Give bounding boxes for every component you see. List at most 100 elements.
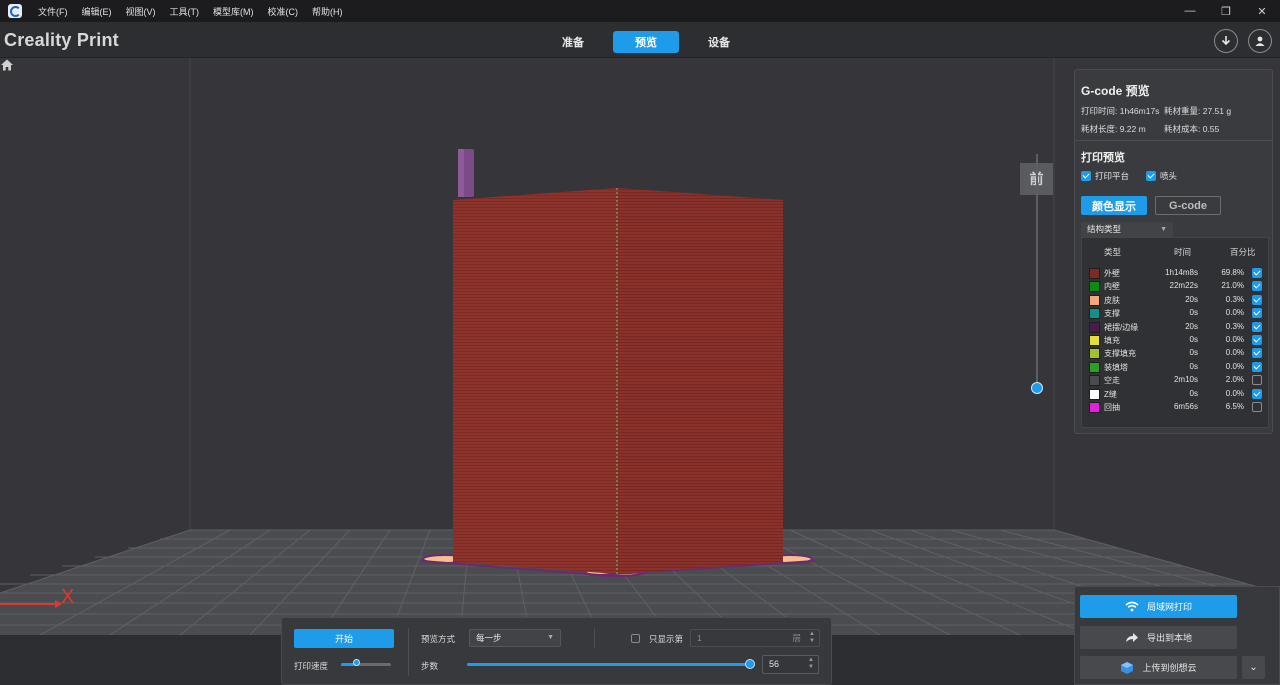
- legend-time: 20s: [1185, 321, 1198, 331]
- tab-prepare[interactable]: 准备: [540, 31, 606, 53]
- download-icon: [1221, 36, 1231, 46]
- print-time: 打印时间: 1h46m17s: [1081, 106, 1160, 116]
- brand-title: Creality Print: [4, 30, 119, 50]
- legend-type-name: 填充: [1104, 336, 1120, 345]
- lan-print-button[interactable]: 局域网打印: [1080, 595, 1237, 618]
- legend-visibility-checkbox[interactable]: [1252, 388, 1262, 399]
- legend-type-name: Z缝: [1104, 389, 1117, 399]
- legend-visibility-checkbox[interactable]: [1252, 294, 1262, 305]
- menu-calibration[interactable]: 校准(C): [268, 5, 299, 18]
- structure-type-value: 结构类型: [1087, 224, 1122, 234]
- user-button[interactable]: [1248, 29, 1272, 53]
- cloud-cube-icon: [1121, 661, 1134, 674]
- steps-input[interactable]: 56 ▲ ▼: [762, 655, 819, 674]
- menu-tools[interactable]: 工具(T): [170, 5, 200, 18]
- download-button[interactable]: [1214, 29, 1238, 53]
- legend-type-name: 支撑填充: [1104, 349, 1136, 359]
- legend-color-swatch: [1089, 294, 1100, 306]
- menu-view[interactable]: 视图(V): [126, 5, 156, 18]
- structure-type-select[interactable]: 结构类型 ▼: [1081, 222, 1173, 237]
- legend-visibility-checkbox[interactable]: [1252, 361, 1262, 372]
- legend-row: 空走 2m10s 2.0%: [1082, 374, 1268, 387]
- legend-color-swatch: [1089, 281, 1100, 293]
- layer-number-value: 1: [697, 633, 702, 643]
- legend-percent: 6.5%: [1225, 402, 1244, 411]
- only-show-label: 只显示第: [649, 634, 684, 644]
- only-show-layer-checkbox[interactable]: [631, 634, 640, 643]
- legend-row: Z缝 0s 0.0%: [1082, 388, 1268, 401]
- stepper-arrows-icon[interactable]: ▲ ▼: [808, 657, 814, 671]
- upload-cloud-button[interactable]: 上传到创想云: [1080, 656, 1237, 679]
- legend-visibility-checkbox[interactable]: [1252, 335, 1262, 345]
- legend-visibility-checkbox[interactable]: [1252, 375, 1262, 386]
- legend-type-name: 空走: [1104, 376, 1120, 386]
- export-local-label: 导出到本地: [1146, 633, 1192, 643]
- layer-slider-track[interactable]: [1036, 154, 1038, 388]
- legend-row: 填充 0s 0.0%: [1082, 334, 1268, 347]
- legend-percent: 0.0%: [1225, 308, 1244, 318]
- legend-percent: 0.3%: [1225, 294, 1244, 304]
- tab-preview[interactable]: 预览: [613, 31, 679, 53]
- close-button[interactable]: ✕: [1244, 0, 1280, 22]
- checkbox-platform[interactable]: 打印平台: [1081, 170, 1129, 182]
- legend-row: 装填塔 0s 0.0%: [1082, 361, 1268, 374]
- legend-percent: 0.0%: [1225, 335, 1244, 344]
- legend-visibility-checkbox[interactable]: [1252, 348, 1262, 359]
- menu-model-library[interactable]: 模型库(M): [213, 5, 254, 18]
- gcode-panel-title: G-code 预览: [1081, 84, 1150, 98]
- legend-color-swatch: [1089, 375, 1100, 387]
- legend-visibility-checkbox[interactable]: [1252, 308, 1262, 319]
- legend-type-name: 皮肤: [1104, 295, 1120, 305]
- legend-row: 支撑 0s 0.0%: [1082, 307, 1268, 320]
- print-speed-handle[interactable]: [353, 659, 360, 666]
- filament-length: 耗材长度: 9.22 m: [1081, 124, 1146, 134]
- legend-percent: 21.0%: [1221, 281, 1244, 291]
- start-button[interactable]: 开始: [294, 629, 394, 648]
- stepper-arrows-icon[interactable]: ▲ ▼: [809, 631, 815, 645]
- menu-file[interactable]: 文件(F): [38, 5, 68, 18]
- menu-edit[interactable]: 编辑(E): [82, 5, 112, 18]
- legend-type-name: 内壁: [1104, 282, 1120, 292]
- wifi-icon: [1125, 601, 1139, 612]
- print-preview-title: 打印预览: [1081, 152, 1125, 164]
- color-display-button[interactable]: 颜色显示: [1081, 196, 1147, 215]
- steps-value: 56: [769, 659, 780, 669]
- legend-percent: 2.0%: [1225, 375, 1244, 385]
- checkbox-nozzle-box[interactable]: [1146, 171, 1156, 181]
- layer-slider-handle[interactable]: [1031, 382, 1043, 394]
- steps-handle[interactable]: [745, 659, 755, 669]
- lan-print-label: 局域网打印: [1146, 602, 1192, 612]
- legend-visibility-checkbox[interactable]: [1252, 402, 1262, 412]
- filament-cost: 耗材成本: 0.55: [1164, 124, 1220, 134]
- checkbox-nozzle[interactable]: 喷头: [1146, 170, 1177, 182]
- legend-visibility-checkbox[interactable]: [1252, 268, 1262, 278]
- legend-color-swatch: [1089, 361, 1100, 373]
- gcode-view-button[interactable]: G-code: [1155, 196, 1221, 215]
- dropdown-caret-icon: ▼: [1160, 226, 1167, 233]
- legend-color-swatch: [1089, 268, 1100, 279]
- export-local-button[interactable]: 导出到本地: [1080, 626, 1237, 649]
- control-divider: [408, 628, 409, 676]
- app-logo-icon: [8, 4, 22, 18]
- legend-percent: 0.0%: [1225, 388, 1244, 398]
- preview-mode-value: 每一步: [476, 633, 502, 643]
- export-more-button[interactable]: ⌄: [1242, 656, 1265, 679]
- preview-mode-label: 预览方式: [421, 634, 456, 644]
- checkbox-platform-label: 打印平台: [1095, 171, 1130, 181]
- maximize-button[interactable]: ❐: [1208, 0, 1244, 22]
- legend-visibility-checkbox[interactable]: [1252, 281, 1262, 292]
- main-tabs: 准备 预览 设备: [540, 31, 759, 53]
- checkbox-platform-box[interactable]: [1081, 171, 1091, 181]
- preview-mode-select[interactable]: 每一步 ▼: [469, 629, 561, 647]
- menu-help[interactable]: 帮助(H): [312, 5, 343, 18]
- tab-device[interactable]: 设备: [686, 31, 752, 53]
- home-view-icon[interactable]: [0, 58, 14, 72]
- legend-row: 支撑填充 0s 0.0%: [1082, 347, 1268, 360]
- minimize-button[interactable]: —: [1172, 0, 1208, 22]
- dropdown-caret-icon: ▼: [547, 634, 554, 641]
- layer-number-input[interactable]: 1 层 ▲ ▼: [690, 629, 820, 647]
- window-controls: — ❐ ✕: [1172, 0, 1280, 22]
- legend-visibility-checkbox[interactable]: [1252, 321, 1262, 332]
- legend-color-swatch: [1089, 402, 1100, 413]
- upload-cloud-label: 上传到创想云: [1142, 663, 1197, 673]
